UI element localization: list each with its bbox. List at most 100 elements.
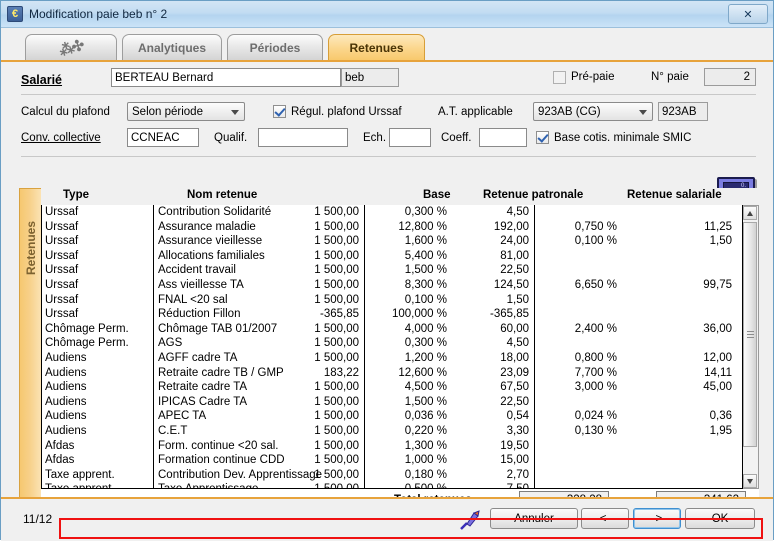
cell-pat-pct: 0,300 %: [404, 337, 447, 350]
cancel-button[interactable]: Annuler: [490, 508, 578, 529]
grid-header-row: Type Nom retenue Base Retenue patronale …: [41, 188, 759, 206]
cell-pat-pct: 0,036 %: [404, 410, 447, 423]
at-applicable-value: 923AB (CG): [538, 105, 601, 118]
tab-overview[interactable]: ⁂✣: [25, 34, 117, 60]
previous-button[interactable]: <-: [581, 508, 629, 529]
cell-nom: Retraite cadre TA: [158, 381, 248, 394]
chevron-up-icon: [747, 210, 753, 216]
cell-pat-val: 60,00: [500, 322, 529, 335]
at-code-input[interactable]: 923AB: [658, 102, 708, 121]
table-row[interactable]: Chômage Perm. AGS 1 500,00 0,300 % 4,50: [42, 336, 742, 351]
coeff-input[interactable]: [479, 128, 527, 147]
form-divider-1: [21, 94, 756, 95]
cell-pat-pct: 5,400 %: [404, 249, 447, 262]
table-row[interactable]: Afdas Form. continue <20 sal. 1 500,00 1,30…: [42, 439, 742, 454]
table-row[interactable]: Urssaf Accident travail 1 500,00 1,500 % 22,…: [42, 263, 742, 278]
cell-sal-val: 0,36: [709, 410, 732, 423]
cell-pat-pct: 4,000 %: [404, 322, 447, 335]
cell-base: 1 500,00: [314, 206, 359, 218]
cell-pat-val: 22,50: [500, 264, 529, 277]
table-row[interactable]: Taxe apprent. Taxe Apprentissage 1 500,00 0…: [42, 482, 742, 488]
cell-nom: IPICAS Cadre TA: [158, 395, 248, 408]
scrollbar-thumb[interactable]: [743, 222, 757, 447]
base-cotis-smic-checkbox[interactable]: [536, 131, 549, 144]
tab-periodes[interactable]: Périodes: [227, 34, 323, 60]
table-row[interactable]: Afdas Formation continue CDD 1 500,00 1,000…: [42, 453, 742, 468]
at-applicable-select[interactable]: 923AB (CG): [533, 102, 653, 121]
retenues-grid: Retenues Type Nom retenue Base Retenue p…: [19, 188, 763, 539]
calcul-plafond-select[interactable]: Selon période: [127, 102, 245, 121]
no-paie-input[interactable]: 2: [704, 68, 756, 86]
cell-nom: Assurance vieillesse: [158, 235, 263, 248]
cell-base: 1 500,00: [314, 439, 359, 452]
cell-type: Urssaf: [45, 293, 79, 306]
cell-nom: Chômage TAB 01/2007: [158, 322, 278, 335]
table-row[interactable]: Taxe apprent. Contribution Dev. Apprentis…: [42, 468, 742, 483]
table-row[interactable]: Urssaf Allocations familiales 1 500,00 5,40…: [42, 249, 742, 264]
cell-sal-val: 11,25: [704, 220, 732, 233]
table-row[interactable]: Urssaf FNAL <20 sal 1 500,00 0,100 % 1,50: [42, 293, 742, 308]
table-row[interactable]: Urssaf Assurance vieillesse 1 500,00 1,600 …: [42, 234, 742, 249]
table-row[interactable]: Urssaf Ass vieillesse TA 1 500,00 8,300 % 12…: [42, 278, 742, 293]
cell-base: 1 500,00: [314, 337, 359, 350]
cell-sal-pct: 2,400 %: [574, 322, 617, 335]
conv-collective-input[interactable]: CCNEAC: [127, 128, 199, 147]
tab-retenues-label: Retenues: [349, 40, 404, 55]
salarie-name-input[interactable]: BERTEAU Bernard: [111, 68, 341, 87]
table-row[interactable]: Urssaf Contribution Solidarité 1 500,00 0,3…: [42, 205, 742, 220]
table-row[interactable]: Audiens IPICAS Cadre TA 1 500,00 1,500 % 22,…: [42, 395, 742, 410]
window-client-area: ⁂✣ Analytiques Périodes Retenues Salarié…: [1, 28, 773, 541]
table-row[interactable]: Audiens Retraite cadre TB / GMP 183,22 12,6…: [42, 366, 742, 381]
cell-pat-pct: 0,300 %: [404, 206, 447, 218]
tab-analytiques-label: Analytiques: [137, 40, 206, 55]
ech-input[interactable]: [389, 128, 431, 147]
cell-sal-pct: 0,800 %: [574, 351, 617, 364]
pre-paie-checkbox[interactable]: [553, 71, 566, 84]
table-row[interactable]: Audiens APEC TA 1 500,00 0,036 % 0,54 0,024 %…: [42, 409, 742, 424]
scroll-down-button[interactable]: [743, 474, 757, 488]
next-button[interactable]: ->: [633, 508, 681, 529]
column-header-type: Type: [63, 189, 89, 201]
no-paie-label: N° paie: [651, 71, 689, 83]
window-titlebar: € Modification paie beb n° 2 ✕: [1, 1, 773, 28]
cell-pat-pct: 1,300 %: [404, 439, 447, 452]
table-row[interactable]: Audiens Retraite cadre TA 1 500,00 4,500 % 6…: [42, 380, 742, 395]
close-icon[interactable]: ✕: [728, 4, 768, 24]
grid-rows-container[interactable]: Urssaf Contribution Solidarité 1 500,00 0,3…: [41, 205, 743, 489]
column-header-base: Base: [423, 189, 451, 201]
tab-retenues[interactable]: Retenues: [328, 34, 425, 60]
cell-pat-pct: 100,000 %: [392, 308, 447, 321]
cell-base: 1 500,00: [314, 220, 359, 233]
scroll-up-button[interactable]: [743, 206, 757, 220]
qualif-input[interactable]: [258, 128, 348, 147]
vertical-tab-retenues[interactable]: Retenues: [19, 188, 41, 508]
table-row[interactable]: Audiens C.E.T 1 500,00 0,220 % 3,30 0,130 % 1,…: [42, 424, 742, 439]
cell-sal-pct: 7,700 %: [574, 366, 617, 379]
cell-sal-val: 36,00: [703, 322, 732, 335]
cell-base: 1 500,00: [314, 322, 359, 335]
table-row[interactable]: Chômage Perm. Chômage TAB 01/2007 1 500,00…: [42, 322, 742, 337]
tab-analytiques[interactable]: Analytiques: [122, 34, 222, 60]
cell-type: Taxe apprent.: [45, 468, 115, 481]
cell-base: 1 500,00: [314, 410, 359, 423]
ok-button[interactable]: OK: [685, 508, 755, 529]
cell-base: 1 500,00: [314, 454, 359, 467]
pencil-icon[interactable]: [458, 508, 482, 532]
regul-plafond-checkbox[interactable]: [273, 105, 286, 118]
salarie-label: Salarié: [21, 73, 63, 87]
salarie-code-input[interactable]: beb: [341, 68, 399, 87]
vertical-tab-label: Retenues: [23, 220, 38, 276]
cell-nom: AGS: [158, 337, 183, 350]
page-indicator: 11/12: [23, 512, 53, 526]
cell-pat-pct: 1,600 %: [404, 235, 447, 248]
column-header-nom: Nom retenue: [187, 189, 258, 201]
table-row[interactable]: Urssaf Assurance maladie 1 500,00 12,800 % 1…: [42, 220, 742, 235]
table-row[interactable]: Urssaf Réduction Fillon -365,85 100,000 % -3…: [42, 307, 742, 322]
table-row[interactable]: Audiens AGFF cadre TA 1 500,00 1,200 % 18,00…: [42, 351, 742, 366]
cell-pat-val: 15,00: [500, 454, 529, 467]
paie-modification-window: € Modification paie beb n° 2 ✕ ⁂✣ Analyt…: [0, 0, 774, 541]
coeff-label: Coeff.: [441, 132, 472, 144]
feather-icon: ⁂✣: [57, 36, 85, 60]
cell-base: 1 500,00: [314, 264, 359, 277]
grid-vertical-scrollbar[interactable]: [743, 205, 759, 489]
